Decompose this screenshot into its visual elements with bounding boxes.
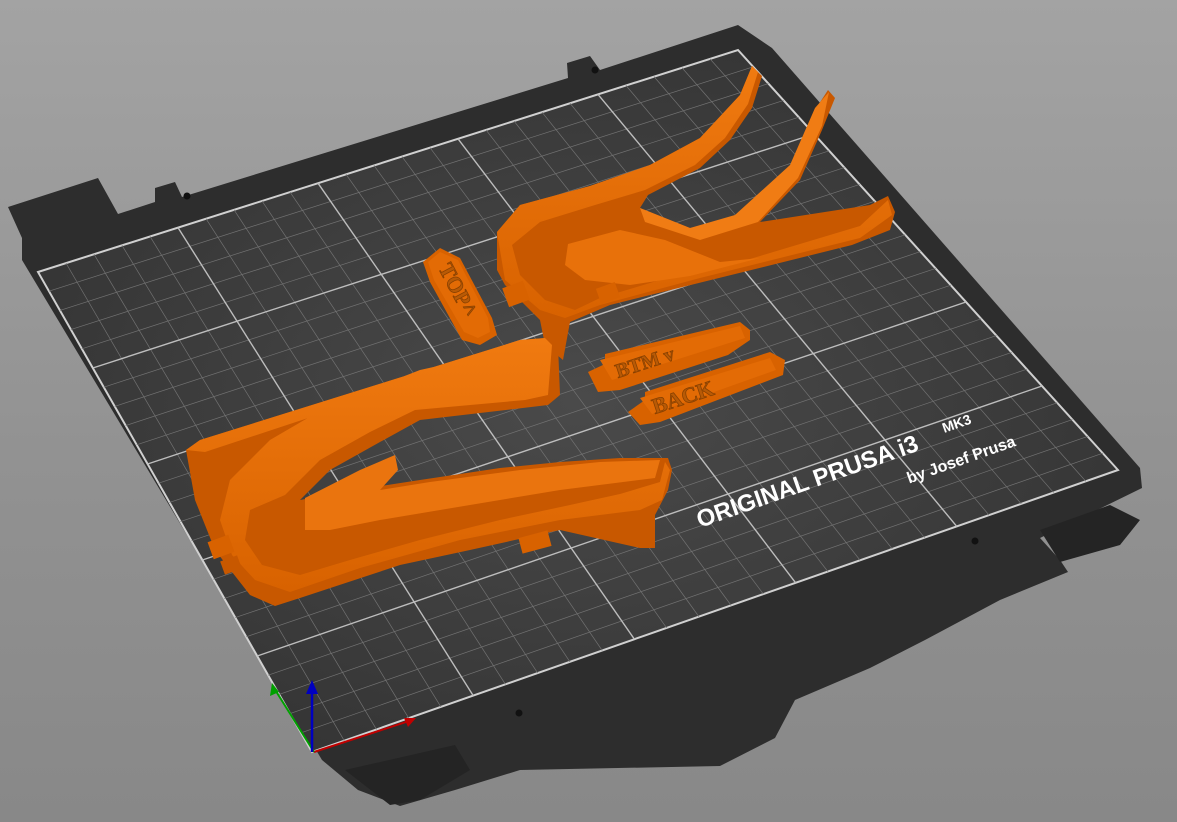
bed-screw-hole — [971, 537, 979, 545]
3d-viewport[interactable]: ORIGINAL PRUSA i3 MK3 by Josef Prusa TOP… — [0, 0, 1177, 822]
bed-screw-hole — [591, 66, 599, 74]
print-bed[interactable]: ORIGINAL PRUSA i3 MK3 by Josef Prusa — [8, 25, 1142, 806]
bed-screw-hole — [515, 709, 523, 717]
bed-screw-hole — [183, 192, 191, 200]
